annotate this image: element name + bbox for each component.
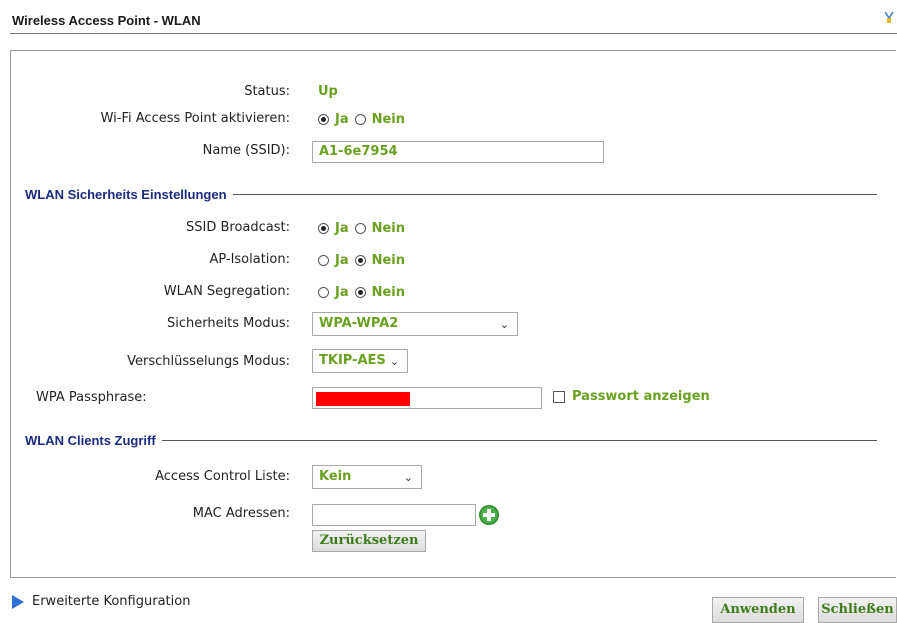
ssid-label: Name (SSID): [202, 143, 290, 158]
reset-button[interactable]: Zurücksetzen [312, 530, 426, 552]
status-value: Up [318, 84, 338, 99]
encryption-mode-label: Verschlüsselungs Modus: [127, 354, 290, 369]
encryption-mode-select[interactable]: TKIP-AES ⌄ [312, 349, 408, 373]
wifi-enable-radio-group: Ja Nein [318, 112, 411, 127]
network-icon [884, 11, 894, 23]
ap-isolation-radio-group: Ja Nein [318, 253, 411, 268]
ssid-broadcast-no-radio[interactable] [354, 223, 366, 234]
passphrase-label: WPA Passphrase: [36, 390, 147, 405]
advanced-config-link[interactable]: Erweiterte Konfiguration [12, 594, 190, 609]
wlan-segregation-yes-radio[interactable] [318, 287, 329, 298]
ssid-broadcast-yes-radio[interactable] [318, 223, 329, 234]
ssid-broadcast-yes-label[interactable]: Ja [335, 221, 349, 236]
wifi-enable-no-radio[interactable] [354, 114, 366, 125]
encryption-mode-value: TKIP-AES [319, 353, 386, 368]
ap-isolation-no-label[interactable]: Nein [372, 253, 405, 268]
ap-isolation-no-radio[interactable] [354, 255, 366, 266]
ssid-broadcast-radio-group: Ja Nein [318, 221, 411, 236]
show-password-checkbox[interactable] [553, 391, 565, 403]
wifi-enable-yes-label[interactable]: Ja [335, 112, 349, 127]
status-label: Status: [244, 84, 290, 99]
redaction-bar [316, 392, 410, 406]
chevron-down-icon: ⌄ [403, 471, 413, 484]
wifi-enable-no-label[interactable]: Nein [372, 112, 405, 127]
ap-isolation-label: AP-Isolation: [209, 252, 290, 267]
advanced-config-label[interactable]: Erweiterte Konfiguration [32, 594, 190, 609]
ap-isolation-yes-radio[interactable] [318, 255, 329, 266]
ssid-broadcast-no-label[interactable]: Nein [372, 221, 405, 236]
security-mode-label: Sicherheits Modus: [166, 316, 290, 331]
close-button[interactable]: Schließen [818, 597, 897, 623]
apply-button[interactable]: Anwenden [712, 597, 804, 623]
wlan-segregation-label: WLAN Segregation: [163, 284, 290, 299]
ssid-input[interactable]: A1-6e7954 [312, 141, 604, 163]
plus-circle-icon[interactable] [478, 504, 500, 526]
ssid-broadcast-label: SSID Broadcast: [186, 220, 290, 235]
section-divider [232, 193, 877, 195]
acl-select[interactable]: Kein ⌄ [312, 465, 422, 489]
security-mode-select[interactable]: WPA-WPA2 ⌄ [312, 312, 518, 336]
acl-label: Access Control Liste: [155, 469, 290, 484]
title-divider [10, 33, 897, 34]
ap-isolation-yes-label[interactable]: Ja [335, 253, 349, 268]
wlan-segregation-radio-group: Ja Nein [318, 285, 411, 300]
page-title: Wireless Access Point - WLAN [12, 13, 201, 28]
wlan-segregation-no-radio[interactable] [354, 287, 366, 298]
mac-input[interactable] [312, 504, 476, 526]
wifi-enable-label: Wi-Fi Access Point aktivieren: [100, 111, 290, 126]
security-section-header: WLAN Sicherheits Einstellungen [25, 186, 877, 202]
clients-section-header: WLAN Clients Zugriff [25, 432, 877, 448]
show-password-label[interactable]: Passwort anzeigen [572, 389, 710, 404]
security-mode-value: WPA-WPA2 [319, 316, 399, 331]
wlan-segregation-no-label[interactable]: Nein [372, 285, 405, 300]
clients-section-title: WLAN Clients Zugriff [25, 432, 156, 448]
triangle-right-icon [12, 594, 24, 609]
chevron-down-icon: ⌄ [389, 355, 399, 368]
chevron-down-icon: ⌄ [499, 318, 509, 331]
acl-value: Kein [319, 469, 352, 484]
wlan-segregation-yes-label[interactable]: Ja [335, 285, 349, 300]
mac-label: MAC Adressen: [192, 506, 290, 521]
security-section-title: WLAN Sicherheits Einstellungen [25, 186, 227, 202]
wifi-enable-yes-radio[interactable] [318, 114, 329, 125]
section-divider [161, 439, 877, 441]
